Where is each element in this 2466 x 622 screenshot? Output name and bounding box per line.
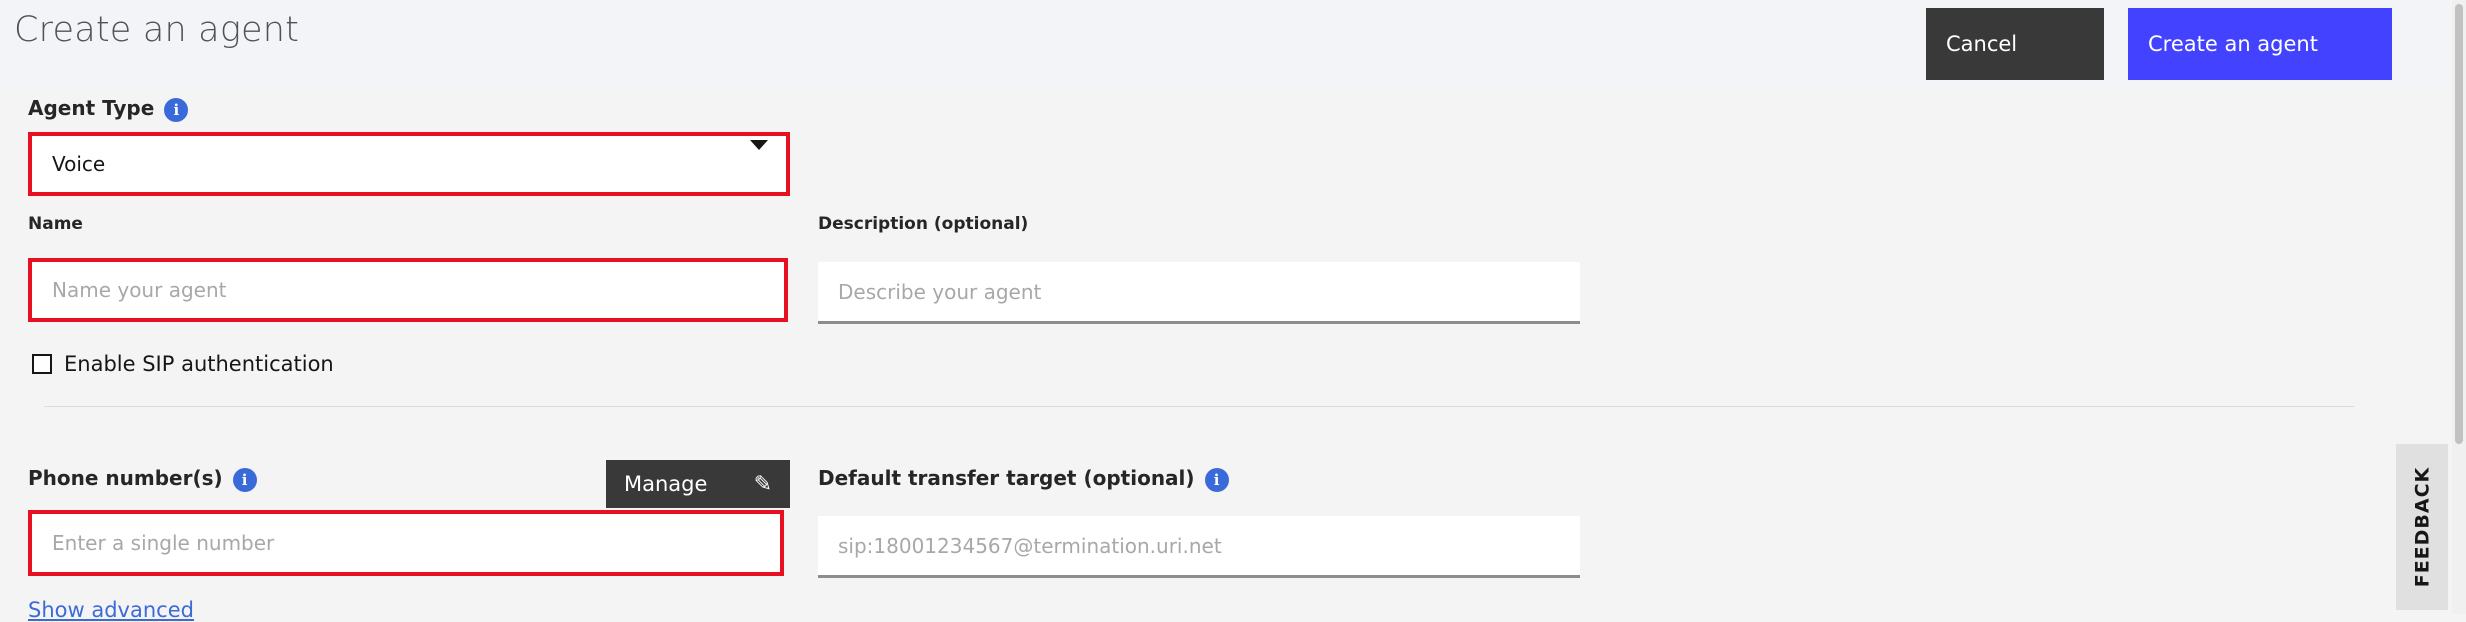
phone-label: Phone number(s) i xyxy=(28,466,257,492)
transfer-input[interactable] xyxy=(818,516,1580,575)
cancel-button[interactable]: Cancel xyxy=(1926,8,2104,80)
agent-type-value: Voice xyxy=(52,152,106,176)
section-divider xyxy=(44,406,2354,407)
phone-input[interactable] xyxy=(32,514,780,572)
show-advanced-link[interactable]: Show advanced xyxy=(28,598,194,622)
feedback-label: FEEDBACK xyxy=(2411,466,2433,588)
info-icon[interactable]: i xyxy=(232,467,257,492)
name-input[interactable] xyxy=(32,262,784,318)
transfer-label: Default transfer target (optional) i xyxy=(818,466,1229,492)
info-icon[interactable]: i xyxy=(164,97,189,122)
transfer-label-text: Default transfer target (optional) xyxy=(818,466,1195,490)
description-input[interactable] xyxy=(818,262,1580,321)
name-field[interactable] xyxy=(28,258,788,322)
scrollbar-thumb[interactable] xyxy=(2455,4,2463,444)
manage-label: Manage xyxy=(624,472,708,496)
transfer-field[interactable] xyxy=(818,516,1580,578)
info-icon[interactable]: i xyxy=(1204,467,1229,492)
name-label: Name xyxy=(28,214,83,234)
description-field[interactable] xyxy=(818,262,1580,324)
page-header: Create an agent Cancel Create an agent xyxy=(0,0,2450,88)
feedback-tab[interactable]: FEEDBACK xyxy=(2396,444,2448,610)
create-agent-button[interactable]: Create an agent xyxy=(2128,8,2392,80)
description-label: Description (optional) xyxy=(818,214,1029,234)
page-title: Create an agent xyxy=(14,10,300,50)
pencil-icon: ✎ xyxy=(753,471,772,497)
phone-field[interactable] xyxy=(28,510,784,576)
agent-type-select[interactable]: Voice xyxy=(28,132,790,196)
sip-auth-checkbox[interactable] xyxy=(32,354,52,374)
phone-label-text: Phone number(s) xyxy=(28,466,223,490)
sip-auth-label[interactable]: Enable SIP authentication xyxy=(64,352,334,376)
manage-button[interactable]: Manage ✎ xyxy=(606,460,790,508)
agent-type-label-text: Agent Type xyxy=(28,96,155,120)
agent-type-label: Agent Type i xyxy=(28,96,189,122)
caret-down-icon xyxy=(750,140,768,150)
